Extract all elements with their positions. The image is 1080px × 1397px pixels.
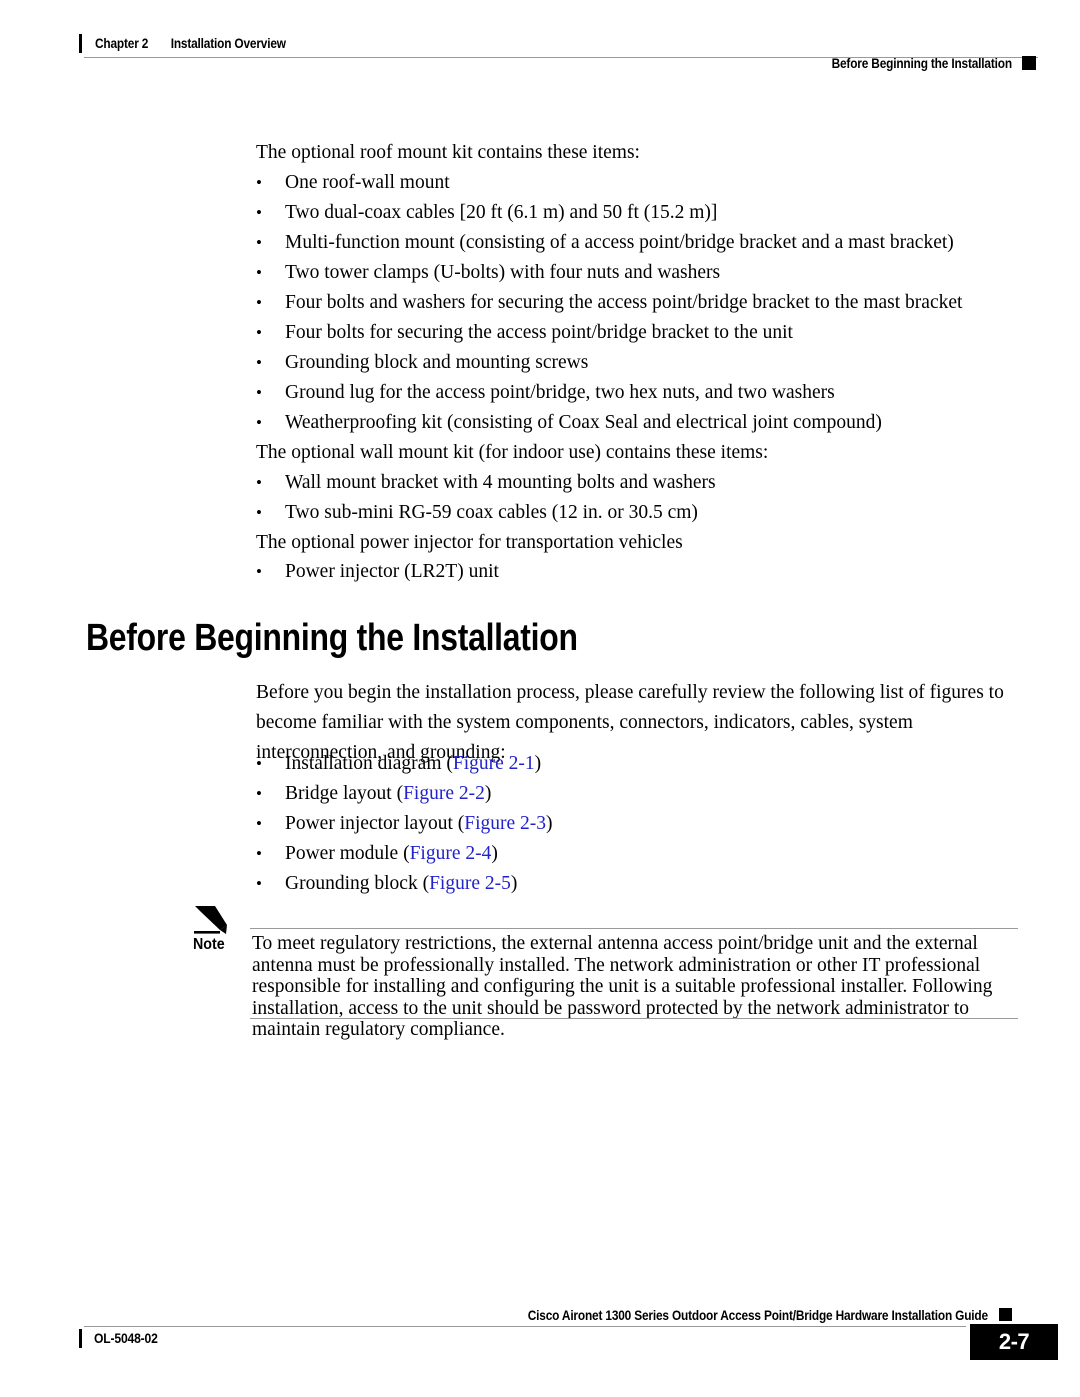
intro-power-injector: The optional power injector for transpor… <box>256 532 683 553</box>
bullet-icon: • <box>256 503 262 522</box>
figure-reference-row: Grounding block (Figure 2-5) <box>285 869 1024 899</box>
footer-guide-title: Cisco Aironet 1300 Series Outdoor Access… <box>527 1308 988 1323</box>
note-paragraph: To meet regulatory restrictions, the ext… <box>252 933 993 1040</box>
page-title: Before Beginning the Installation <box>86 617 578 659</box>
list-item-label: Multi-function mount (consisting of a ac… <box>285 232 954 253</box>
figure-reference-label: Power injector layout <box>285 813 453 834</box>
bullet-icon: • <box>256 562 262 581</box>
bullet-icon: • <box>256 844 262 863</box>
list-item: • Installation diagram (Figure 2-1) <box>256 749 1024 779</box>
bullet-icon: • <box>256 233 262 252</box>
paren-close: ) <box>546 813 553 834</box>
footer-square-marker <box>999 1308 1012 1321</box>
list-item: • Power injector layout (Figure 2-3) <box>256 809 1024 839</box>
list-item: • Four bolts and washers for securing th… <box>256 288 1024 318</box>
list-item-label: Two sub-mini RG-59 coax cables (12 in. o… <box>285 502 698 523</box>
paren-close: ) <box>484 783 492 804</box>
header-chapter-number: Chapter 2 <box>95 36 149 51</box>
paren-open: ( <box>398 843 410 864</box>
bullet-icon: • <box>256 323 262 342</box>
list-item-label: Four bolts and washers for securing the … <box>285 292 963 313</box>
intro-roof-mount: The optional roof mount kit contains the… <box>256 142 640 163</box>
document-page: Chapter 2 Installation Overview Before B… <box>0 0 1080 1397</box>
bullet-icon: • <box>256 353 262 372</box>
paren-close: ) <box>510 873 518 894</box>
list-item: • Grounding block (Figure 2-5) <box>256 869 1024 899</box>
bullet-icon: • <box>256 173 262 192</box>
header-left-tick <box>79 34 82 53</box>
list-item-label: Weatherproofing kit (consisting of Coax … <box>285 412 882 433</box>
header-section-title: Before Beginning the Installation <box>831 56 1013 71</box>
list-item-label: Ground lug for the access point/bridge, … <box>285 382 835 403</box>
page-number-badge: 2-7 <box>970 1324 1058 1360</box>
paren-open: ( <box>391 783 404 804</box>
list-item: • Wall mount bracket with 4 mounting bol… <box>256 468 1024 498</box>
figure-reference-row: Installation diagram (Figure 2-1) <box>285 749 1024 779</box>
list-item: • Two dual-coax cables [20 ft (6.1 m) an… <box>256 198 1024 228</box>
list-item: • Two sub-mini RG-59 coax cables (12 in.… <box>256 498 1024 528</box>
pencil-icon <box>193 903 233 937</box>
figure-link[interactable]: Figure 2-5 <box>429 873 511 894</box>
note-rule-top <box>250 928 1018 929</box>
list-item: • One roof-wall mount <box>256 168 1024 198</box>
list-item: • Four bolts for securing the access poi… <box>256 318 1024 348</box>
paren-close: ) <box>534 753 542 774</box>
header-chapter-title: Installation Overview <box>170 36 286 51</box>
bullet-icon: • <box>256 473 262 492</box>
list-item: • Bridge layout (Figure 2-2) <box>256 779 1024 809</box>
figure-link[interactable]: Figure 2-4 <box>410 843 492 864</box>
paren-close: ) <box>491 843 498 864</box>
paren-open: ( <box>452 813 465 834</box>
figure-reference-label: Bridge layout <box>285 783 392 804</box>
list-item-label: Grounding block and mounting screws <box>285 352 589 373</box>
footer-left-tick <box>79 1329 82 1348</box>
page-header: Chapter 2 Installation Overview Before B… <box>0 0 1080 90</box>
list-item: • Power injector (LR2T) unit <box>256 557 1024 587</box>
bullet-icon: • <box>256 784 262 803</box>
paren-open: ( <box>441 753 453 774</box>
list-item: • Weatherproofing kit (consisting of Coa… <box>256 408 1024 438</box>
list-item-label: Two dual-coax cables [20 ft (6.1 m) and … <box>285 202 718 223</box>
bullet-icon: • <box>256 814 262 833</box>
footer-doc-number: OL-5048-02 <box>94 1331 158 1346</box>
figure-reference-label: Grounding block <box>285 873 418 894</box>
list-item: • Two tower clamps (U-bolts) with four n… <box>256 258 1024 288</box>
figure-reference-label: Power module <box>285 843 399 864</box>
list-item-label: Power injector (LR2T) unit <box>285 561 499 582</box>
paren-open: ( <box>417 873 430 894</box>
list-item: • Power module (Figure 2-4) <box>256 839 1024 869</box>
note-text: To meet regulatory restrictions, the ext… <box>252 933 1018 1041</box>
figure-reference-row: Power injector layout (Figure 2-3) <box>285 809 1024 839</box>
figure-reference-row: Bridge layout (Figure 2-2) <box>285 779 1024 809</box>
figure-reference-row: Power module (Figure 2-4) <box>285 839 1024 869</box>
bullet-icon: • <box>256 293 262 312</box>
bullet-icon: • <box>256 413 262 432</box>
list-item-label: Two tower clamps (U-bolts) with four nut… <box>285 262 721 283</box>
note-label: Note <box>193 936 225 953</box>
intro-wall-mount: The optional wall mount kit (for indoor … <box>256 442 769 463</box>
footer-rule <box>84 1326 966 1327</box>
bullet-icon: • <box>256 263 262 282</box>
list-item-label: Wall mount bracket with 4 mounting bolts… <box>285 472 716 493</box>
header-chapter-label: Chapter 2 Installation Overview <box>95 36 286 51</box>
figure-link[interactable]: Figure 2-2 <box>403 783 485 804</box>
list-item-label: One roof-wall mount <box>285 172 450 193</box>
bullet-icon: • <box>256 874 262 893</box>
page-footer: Cisco Aironet 1300 Series Outdoor Access… <box>0 1300 1080 1397</box>
list-item: • Multi-function mount (consisting of a … <box>256 228 1024 258</box>
list-item: • Grounding block and mounting screws <box>256 348 1024 378</box>
figure-link[interactable]: Figure 2-3 <box>464 813 546 834</box>
header-square-marker <box>1022 56 1036 70</box>
list-item-label: Four bolts for securing the access point… <box>285 322 793 343</box>
note-rule-bottom <box>250 1018 1018 1019</box>
bullet-icon: • <box>256 383 262 402</box>
bullet-icon: • <box>256 203 262 222</box>
list-item: • Ground lug for the access point/bridge… <box>256 378 1024 408</box>
figure-link[interactable]: Figure 2-1 <box>453 753 535 774</box>
bullet-icon: • <box>256 754 262 773</box>
figure-reference-label: Installation diagram <box>285 753 442 774</box>
